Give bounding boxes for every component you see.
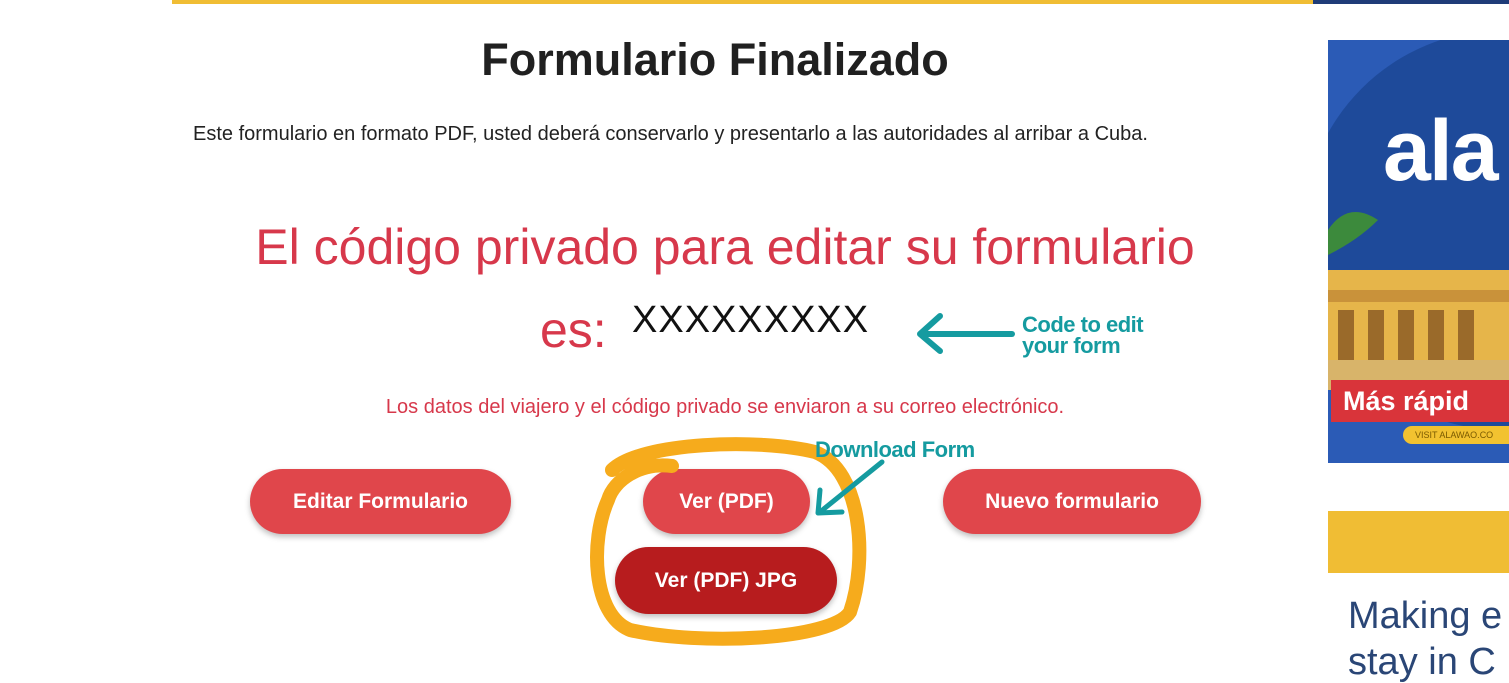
download-annotation: Download Form — [815, 437, 975, 462]
email-sent-note: Los datos del viajero y el código privad… — [385, 396, 1065, 418]
ad-tagline: Making e stay in C — [1348, 595, 1503, 683]
intro-text: Este formulario en formato PDF, usted de… — [193, 123, 1148, 145]
code-heading: El código privado para editar su formula… — [255, 219, 1195, 275]
header-accent-bar — [172, 0, 1313, 4]
code-annotation: Code to edit your form — [1022, 312, 1144, 358]
page: Formulario Finalizado Este formulario en… — [0, 0, 1509, 683]
sidebar-ad-top[interactable]: ala Más rápid VISIT ALAWAO.CO — [1328, 40, 1509, 463]
new-form-button[interactable]: Nuevo formulario — [943, 469, 1201, 534]
code-prefix: es: — [540, 302, 607, 358]
private-code: XXXXXXXXX — [632, 299, 870, 341]
ad-logo: ala — [1383, 103, 1499, 199]
arrow-down-left-icon — [815, 459, 885, 516]
sidebar-ad-bottom[interactable]: Making e stay in C — [1328, 511, 1509, 683]
arrow-left-icon — [917, 313, 1015, 354]
ad-visit-link[interactable]: VISIT ALAWAO.CO — [1403, 426, 1509, 444]
edit-form-button[interactable]: Editar Formulario — [250, 469, 511, 534]
header-accent-bar-dark — [1313, 0, 1509, 4]
view-pdf-button[interactable]: Ver (PDF) — [643, 469, 810, 534]
view-pdf-jpg-button[interactable]: Ver (PDF) JPG — [615, 547, 837, 614]
ad-banner: Más rápid — [1331, 380, 1509, 422]
page-title: Formulario Finalizado — [481, 34, 949, 85]
